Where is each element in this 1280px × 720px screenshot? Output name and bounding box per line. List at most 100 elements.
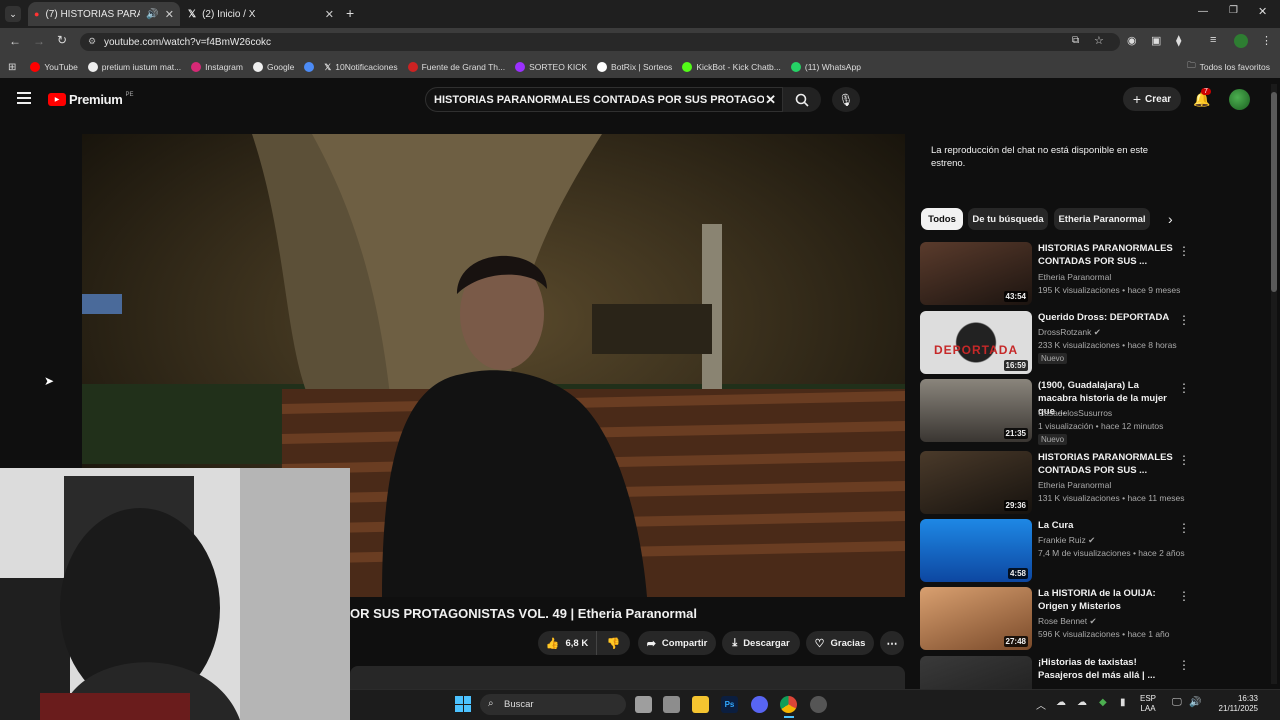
video-thumbnail[interactable] (920, 656, 1032, 689)
description-box[interactable] (350, 666, 905, 690)
audio-playing-icon[interactable]: 🔊 (146, 9, 158, 20)
task-view-icon[interactable] (635, 696, 652, 713)
recommendation-item[interactable]: 21:35 (1900, Guadalajara) La macabra his… (920, 379, 1190, 445)
apps-grid-icon[interactable]: ⊞ (8, 62, 16, 73)
channel-name[interactable]: DrossRotzank ✔ (1038, 327, 1101, 338)
discord-icon[interactable] (751, 696, 768, 713)
cast-icon[interactable]: ⧉ (1072, 35, 1079, 46)
search-button[interactable] (783, 87, 821, 112)
recommendation-title[interactable]: HISTORIAS PARANORMALES CONTADAS POR SUS … (1038, 242, 1173, 268)
cloud-icon[interactable]: ☁ (1056, 697, 1066, 708)
file-explorer-icon[interactable] (692, 696, 709, 713)
channel-name[interactable]: Frankie Ruiz ✔ (1038, 535, 1095, 546)
create-button[interactable]: + Crear (1123, 87, 1181, 111)
like-button[interactable]: 👍 6,8 K (538, 631, 596, 655)
channel-name[interactable]: Etheria Paranormal (1038, 272, 1111, 282)
forward-icon[interactable]: → (33, 34, 45, 48)
restore-icon[interactable]: ❐ (1229, 5, 1238, 16)
recommendation-item[interactable]: 27:48 La HISTORIA de la OUIJA: Origen y … (920, 587, 1190, 651)
channel-name[interactable]: Etheria Paranormal (1038, 480, 1111, 490)
tab-youtube[interactable]: ● (7) HISTORIAS PARANORMALES CONTADAS PO… (28, 2, 180, 26)
recommendation-item[interactable]: 29:36 HISTORIAS PARANORMALES CONTADAS PO… (920, 451, 1190, 515)
recommendation-title[interactable]: ¡Historias de taxistas! Pasajeros del má… (1038, 656, 1173, 682)
bookmark-10notificaciones[interactable]: 𝕏 10Notificaciones (324, 62, 397, 73)
address-bar[interactable]: ⚙ youtube.com/watch?v=f4BmW26cokc (80, 33, 1120, 51)
chips-next-icon[interactable]: › (1168, 211, 1173, 227)
reload-icon[interactable]: ↻ (57, 33, 67, 47)
bookmark-grand-theft[interactable]: Fuente de Grand Th... (407, 62, 505, 72)
dislike-button[interactable]: 👎 (596, 631, 630, 655)
extension-icon[interactable]: ◉ (1127, 34, 1137, 47)
app-icon[interactable] (663, 696, 680, 713)
tray-app-icon[interactable]: ▮ (1120, 697, 1126, 708)
bookmark-botrix[interactable]: BotRix | Sorteos (597, 62, 672, 72)
voice-search-button[interactable]: 🎙 (832, 87, 860, 112)
back-icon[interactable]: ← (9, 34, 21, 48)
new-tab-button[interactable]: + (346, 5, 354, 21)
video-thumbnail[interactable]: DEPORTADA 16:59 (920, 311, 1032, 374)
hamburger-menu-icon[interactable] (17, 92, 31, 104)
recommendation-title[interactable]: Querido Dross: DEPORTADA (1038, 311, 1173, 324)
chip-all[interactable]: Todos (921, 208, 963, 230)
video-thumbnail[interactable]: 29:36 (920, 451, 1032, 514)
more-vertical-icon[interactable]: ⋮ (1178, 381, 1190, 395)
bookmark-kickbot[interactable]: KickBot - Kick Chatb... (682, 62, 781, 72)
download-button[interactable]: ⤓ Descargar (722, 631, 800, 655)
channel-name[interactable]: Rose Bennet ✔ (1038, 616, 1097, 627)
scrollbar-thumb[interactable] (1271, 92, 1277, 292)
tab-search-dropdown-icon[interactable]: ⌄ (5, 6, 21, 22)
bookmark-star-icon[interactable]: ☆ (1094, 34, 1104, 47)
network-icon[interactable]: 🖵 (1172, 697, 1182, 708)
recommendation-title[interactable]: HISTORIAS PARANORMALES CONTADAS POR SUS … (1038, 451, 1173, 477)
bookmark-youtube[interactable]: YouTube (30, 62, 78, 72)
more-vertical-icon[interactable]: ⋮ (1178, 589, 1190, 603)
recommendation-item[interactable]: ¡Historias de taxistas! Pasajeros del má… (920, 656, 1188, 689)
extensions-puzzle-icon[interactable]: ⧫ (1176, 34, 1181, 47)
all-favorites[interactable]: 🗀 Todos los favoritos (1187, 60, 1270, 74)
chrome-icon[interactable] (780, 696, 797, 713)
video-thumbnail[interactable]: 27:48 (920, 587, 1032, 650)
page-scrollbar[interactable] (1271, 84, 1277, 684)
clock[interactable]: 16:33 21/11/2025 (1208, 694, 1258, 714)
account-avatar[interactable] (1229, 89, 1250, 110)
youtube-logo[interactable]: ▶ Premium PE (48, 92, 134, 107)
show-hidden-icons-icon[interactable]: ︿ (1036, 697, 1046, 712)
bookmark-pretium[interactable]: pretium iustum mat... (87, 62, 181, 72)
extension-icon[interactable]: ▣ (1151, 34, 1161, 47)
video-thumbnail[interactable]: 4:58 (920, 519, 1032, 582)
security-icon[interactable]: ◆ (1099, 697, 1107, 708)
bookmark-google[interactable]: Google (252, 62, 294, 72)
bookmark-whatsapp[interactable]: (11) WhatsApp (790, 62, 861, 72)
more-vertical-icon[interactable]: ⋮ (1178, 521, 1190, 535)
more-vertical-icon[interactable]: ⋮ (1178, 244, 1190, 258)
taskbar-search[interactable]: ⌕ Buscar (480, 694, 626, 715)
bookmark-sorteo-kick[interactable]: SORTEO KICK (515, 62, 587, 72)
video-thumbnail[interactable]: 21:35 (920, 379, 1032, 442)
channel-name[interactable]: CasadelosSusurros (1038, 408, 1112, 418)
share-button[interactable]: ➦ Compartir (638, 631, 716, 655)
language-indicator[interactable]: ESP LAA (1140, 694, 1156, 714)
clear-search-icon[interactable]: ✕ (765, 92, 776, 108)
more-vertical-icon[interactable]: ⋮ (1178, 453, 1190, 467)
start-windows-icon[interactable] (455, 696, 471, 712)
recommendation-item[interactable]: 43:54 HISTORIAS PARANORMALES CONTADAS PO… (920, 242, 1190, 306)
more-vertical-icon[interactable]: ⋮ (1178, 658, 1188, 672)
video-thumbnail[interactable]: 43:54 (920, 242, 1032, 305)
browser-menu-icon[interactable]: ⋮ (1261, 34, 1272, 47)
more-actions-button[interactable]: ⋯ (880, 631, 904, 655)
tray-app-icon[interactable]: ☁ (1077, 697, 1087, 708)
reading-list-icon[interactable]: ≡ (1210, 34, 1216, 46)
volume-icon[interactable]: 🔊 (1189, 697, 1201, 708)
close-tab-icon[interactable]: ✕ (165, 8, 174, 21)
profile-avatar[interactable] (1234, 34, 1248, 48)
more-vertical-icon[interactable]: ⋮ (1178, 313, 1190, 327)
thanks-button[interactable]: ♡ Gracias (806, 631, 874, 655)
app-icon[interactable] (810, 696, 827, 713)
bookmark-unnamed[interactable] (304, 62, 315, 72)
chip-from-search[interactable]: De tu búsqueda (968, 208, 1048, 230)
site-info-icon[interactable]: ⚙ (88, 36, 96, 47)
minimize-icon[interactable]: — (1198, 6, 1208, 17)
search-input[interactable]: HISTORIAS PARANORMALES CONTADAS POR SUS … (425, 87, 783, 112)
close-window-icon[interactable]: ✕ (1258, 5, 1267, 18)
tab-x[interactable]: 𝕏 (2) Inicio / X ✕ (182, 2, 340, 26)
